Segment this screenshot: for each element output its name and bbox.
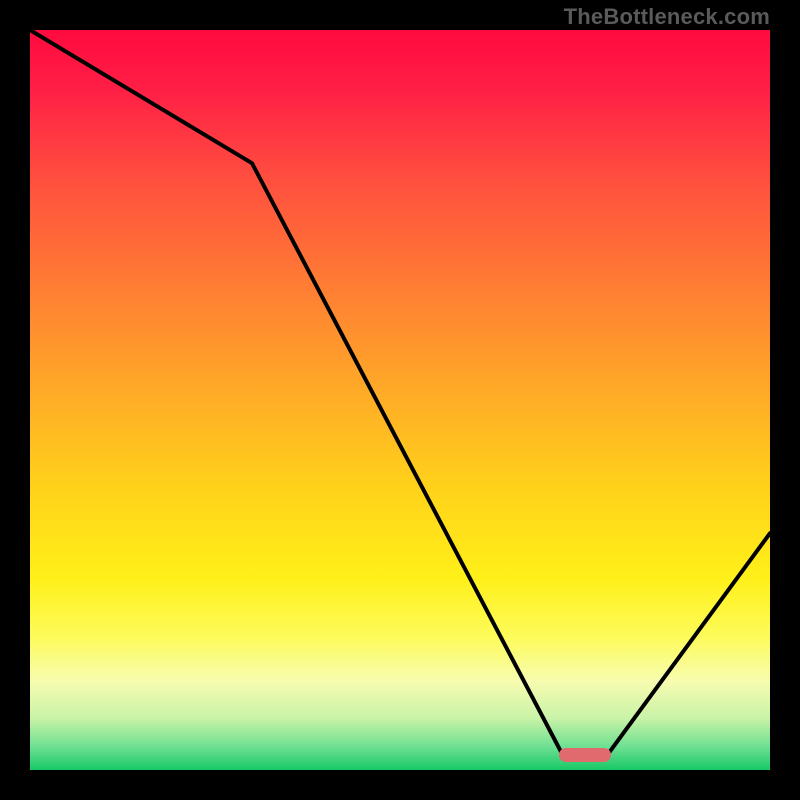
watermark-text: TheBottleneck.com (564, 4, 770, 30)
background-gradient (30, 30, 770, 770)
plot-area (30, 30, 770, 770)
optimum-marker (559, 748, 611, 762)
chart-frame: TheBottleneck.com (0, 0, 800, 800)
